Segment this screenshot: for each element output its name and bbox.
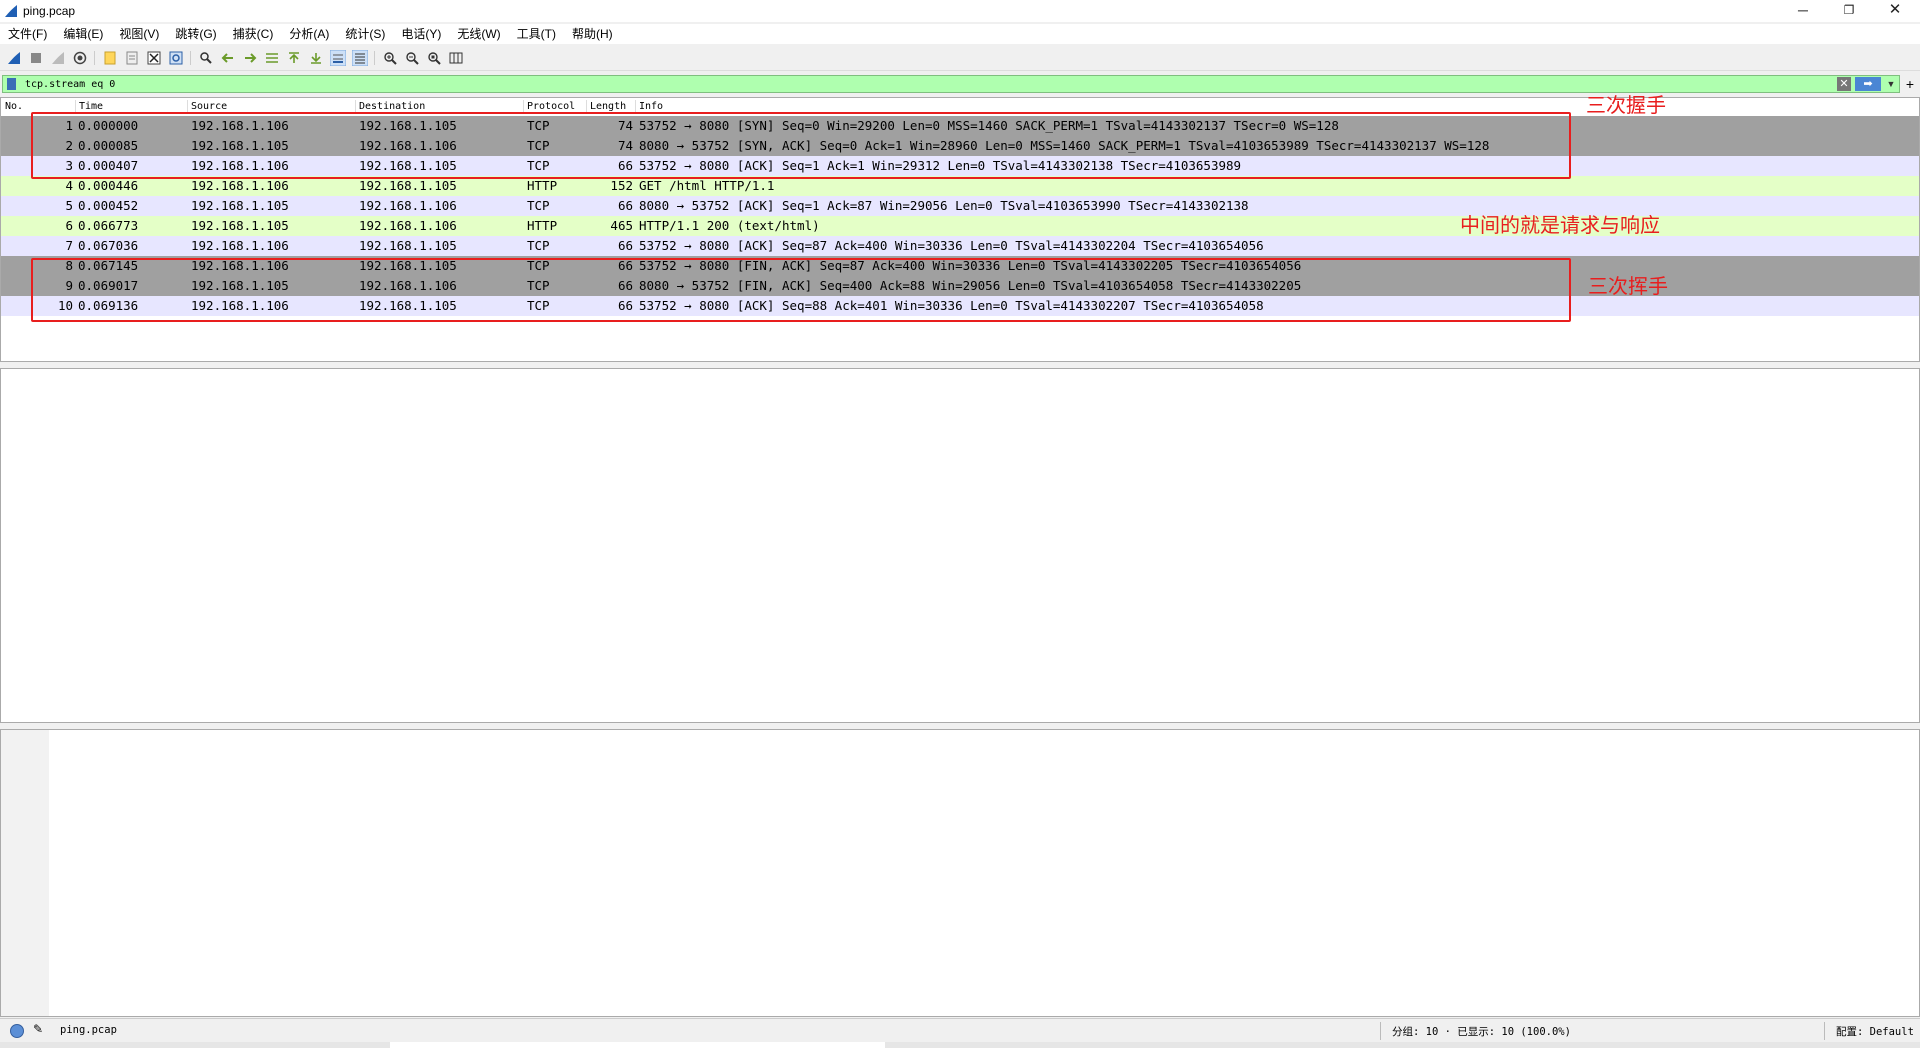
column-header-source[interactable]: Source (191, 101, 227, 112)
menu-statistics[interactable]: 统计(S) (337, 24, 393, 44)
menu-wireless[interactable]: 无线(W) (449, 24, 508, 44)
minimize-button[interactable]: ─ (1780, 0, 1826, 22)
normal-size-icon[interactable] (426, 50, 442, 66)
menu-file[interactable]: 文件(F) (0, 24, 55, 44)
zoom-out-icon[interactable] (404, 50, 420, 66)
start-capture-icon[interactable] (6, 50, 22, 66)
clear-icon[interactable]: ✕ (1837, 77, 1851, 91)
menu-edit[interactable]: 编辑(E) (55, 24, 111, 44)
maximize-button[interactable]: ❐ (1826, 0, 1872, 22)
table-row[interactable]: 7 0.067036 192.168.1.106 192.168.1.105 T… (1, 236, 1919, 256)
menu-bar: 文件(F) 编辑(E) 视图(V) 跳转(G) 捕获(C) 分析(A) 统计(S… (0, 24, 1920, 44)
menu-go[interactable]: 跳转(G) (167, 24, 224, 44)
title-bar: ping.pcap ─ ❐ ✕ (0, 0, 1920, 22)
expert-info-icon[interactable] (10, 1024, 24, 1038)
menu-view[interactable]: 视图(V) (111, 24, 167, 44)
column-header-protocol[interactable]: Protocol (527, 101, 575, 112)
open-file-icon[interactable] (102, 50, 118, 66)
auto-scroll-icon[interactable] (330, 50, 346, 66)
annotation-teardown: 三次挥手 (1588, 274, 1668, 298)
column-header-length[interactable]: Length (590, 101, 626, 112)
scrollbar-thumb[interactable] (390, 1042, 885, 1048)
status-profile[interactable]: 配置: Default (1836, 1024, 1914, 1039)
packet-bytes-pane[interactable] (0, 729, 1920, 1017)
resize-columns-icon[interactable] (448, 50, 464, 66)
colorize-icon[interactable] (352, 50, 368, 66)
find-packet-icon[interactable] (198, 50, 214, 66)
status-packet-count: 分组: 10 · 已显示: 10 (100.0%) (1392, 1026, 1571, 1038)
wireshark-fin-icon (5, 5, 17, 17)
go-last-packet-icon[interactable] (308, 50, 324, 66)
menu-help[interactable]: 帮助(H) (564, 24, 621, 44)
go-back-icon[interactable] (220, 50, 236, 66)
status-file-name: ping.pcap (60, 1024, 117, 1036)
chevron-down-icon[interactable]: ▼ (1885, 77, 1897, 91)
status-bar: ✎ ping.pcap 分组: 10 · 已显示: 10 (100.0%) 配置… (0, 1018, 1920, 1043)
annotation-handshake: 三次握手 (1586, 93, 1666, 117)
close-button[interactable]: ✕ (1872, 0, 1918, 22)
column-header-destination[interactable]: Destination (359, 101, 425, 112)
column-header-no[interactable]: No. (5, 101, 23, 112)
capture-options-icon[interactable] (72, 50, 88, 66)
add-filter-button[interactable]: + (1902, 75, 1918, 93)
bytes-offset-gutter (1, 730, 49, 1016)
packet-details-pane[interactable] (0, 368, 1920, 723)
teardown-highlight-box (31, 258, 1571, 322)
table-row[interactable]: 4 0.000446 192.168.1.106 192.168.1.105 H… (1, 176, 1919, 196)
edit-comment-icon[interactable]: ✎ (33, 1022, 43, 1036)
main-toolbar (0, 46, 1920, 71)
column-header-time[interactable]: Time (79, 101, 103, 112)
zoom-in-icon[interactable] (382, 50, 398, 66)
display-filter-input[interactable] (25, 76, 1825, 92)
menu-telephony[interactable]: 电话(Y) (393, 24, 449, 44)
restart-capture-icon[interactable] (50, 50, 66, 66)
annotation-request-response: 中间的就是请求与响应 (1460, 213, 1660, 237)
stop-capture-icon[interactable] (28, 50, 44, 66)
column-header-info[interactable]: Info (639, 101, 663, 112)
handshake-highlight-box (31, 112, 1571, 179)
go-first-packet-icon[interactable] (286, 50, 302, 66)
bookmark-icon[interactable] (7, 78, 16, 90)
save-file-icon[interactable] (124, 50, 140, 66)
menu-tools[interactable]: 工具(T) (509, 24, 564, 44)
close-file-icon[interactable] (146, 50, 162, 66)
go-forward-icon[interactable] (242, 50, 258, 66)
reload-file-icon[interactable] (168, 50, 184, 66)
horizontal-scrollbar[interactable] (0, 1042, 1920, 1048)
arrow-right-icon[interactable]: ➡ (1855, 77, 1881, 91)
menu-capture[interactable]: 捕获(C) (225, 24, 282, 44)
window-title: ping.pcap (23, 4, 76, 18)
menu-analyze[interactable]: 分析(A) (281, 24, 337, 44)
go-to-packet-icon[interactable] (264, 50, 280, 66)
